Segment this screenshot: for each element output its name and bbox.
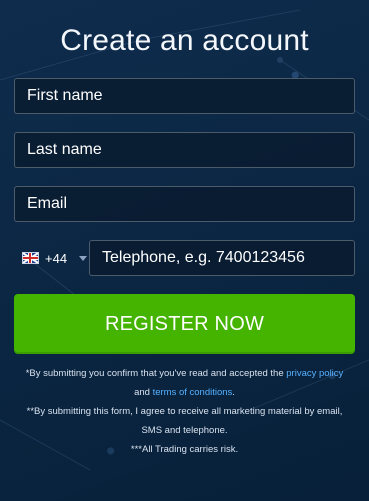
- email-input[interactable]: Email: [14, 186, 355, 222]
- marketing-consent-line: **By submitting this form, I agree to re…: [26, 406, 343, 436]
- consent-and-text: and: [134, 387, 153, 398]
- register-button[interactable]: REGISTER NOW: [14, 294, 355, 354]
- telephone-input[interactable]: Telephone, e.g. 7400123456: [89, 240, 355, 276]
- uk-flag-icon: [22, 252, 39, 264]
- first-name-placeholder: First name: [27, 87, 103, 104]
- last-name-input[interactable]: Last name: [14, 132, 355, 168]
- first-name-input[interactable]: First name: [14, 78, 355, 114]
- last-name-placeholder: Last name: [27, 141, 102, 158]
- country-code-select[interactable]: +44: [14, 251, 89, 266]
- consent-text: *By submitting you confirm that you've r…: [25, 368, 287, 379]
- country-code-value: +44: [45, 250, 68, 266]
- register-button-label: REGISTER NOW: [104, 312, 265, 335]
- page-title: Create an account: [60, 24, 309, 57]
- consent-line: *By submitting you confirm that you've r…: [20, 364, 349, 402]
- privacy-policy-link[interactable]: privacy policy: [286, 368, 343, 379]
- consent-period: .: [232, 387, 235, 398]
- legal-text: *By submitting you confirm that you've r…: [14, 364, 355, 459]
- terms-link[interactable]: terms of conditions: [153, 387, 233, 398]
- register-form: Create an account First name Last name E…: [0, 0, 369, 459]
- risk-warning-line: ***All Trading carries risk.: [130, 444, 239, 455]
- email-placeholder: Email: [27, 195, 68, 212]
- telephone-placeholder: Telephone, e.g. 7400123456: [102, 249, 305, 266]
- chevron-down-icon: [79, 255, 88, 261]
- phone-row: +44 Telephone, e.g. 7400123456: [14, 240, 355, 276]
